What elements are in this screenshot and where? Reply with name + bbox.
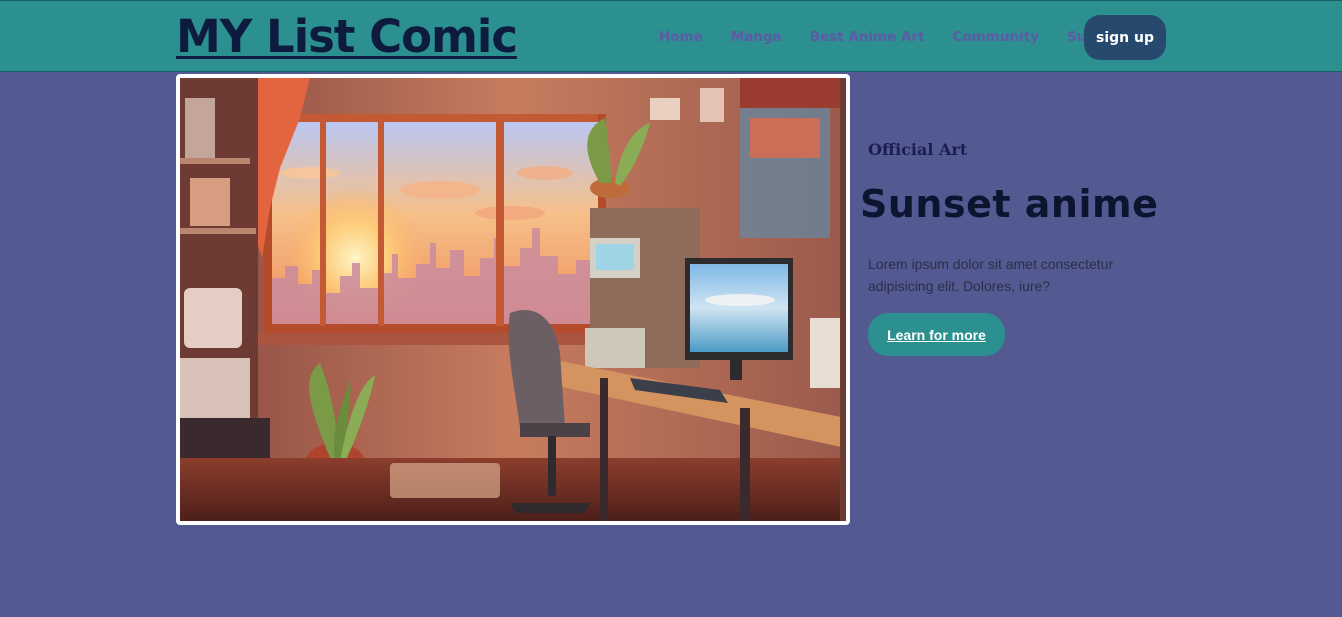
brand-logo-link[interactable]: MY List Comic (176, 9, 518, 65)
top-navbar: MY List Comic Home Manga Best Anime Art … (0, 0, 1342, 72)
nav-links: Home Manga Best Anime Art Community Supp… (645, 1, 1142, 73)
hero-image (176, 74, 850, 525)
nav-link-community[interactable]: Community (953, 29, 1039, 45)
learn-more-button[interactable]: Learn for more (868, 313, 1005, 356)
nav-link-home[interactable]: Home (659, 29, 703, 45)
nav-link-manga[interactable]: Manga (731, 29, 782, 45)
nav-link-best-anime-art[interactable]: Best Anime Art (810, 29, 925, 45)
hero-headline: Sunset anime (860, 182, 1159, 226)
hero-kicker: Official Art (868, 140, 968, 159)
hero-description: Lorem ipsum dolor sit amet consectetur a… (868, 256, 1114, 294)
anime-room-sunset-illustration (180, 78, 846, 521)
sign-up-button[interactable]: sign up (1084, 15, 1166, 60)
